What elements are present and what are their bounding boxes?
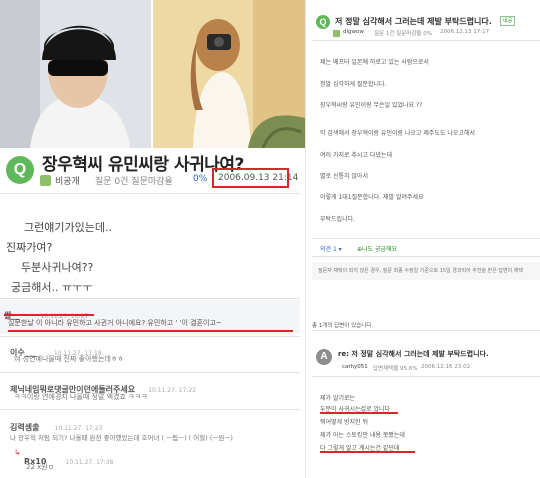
body-line-2: 진짜가여? bbox=[6, 241, 53, 254]
question-line-7: 이렇게 1대1질문합니다. 제발 알려주세요 bbox=[320, 194, 424, 201]
question-stats: 질문 0건 질문마감율 bbox=[95, 177, 173, 187]
comment-date: 10.11.27. 17:22 bbox=[148, 387, 197, 394]
underline-highlight bbox=[320, 451, 415, 453]
answer-line-3: 뭐어떻게 방지한 뒤 bbox=[320, 419, 368, 426]
body-line-4: 궁금해서.. ㅠㅜㅜ bbox=[11, 281, 93, 294]
comment-text: 질문한날 이 아니라 유민하고 사귄거 아니에요? 유민하고 ' '이 결혼이고… bbox=[8, 319, 222, 327]
question-line-6: 별로 신통치 않아서 bbox=[320, 173, 368, 180]
question-date: 2006.12.13 17:17 bbox=[440, 29, 490, 35]
answer-line-1: 제가 알기로는 bbox=[320, 395, 356, 402]
divider bbox=[0, 298, 300, 299]
question-line-1: 제는 베프터 일본에 하로고 있는 사람으로서 bbox=[320, 59, 429, 66]
comment-author[interactable]: 김력셈출 bbox=[10, 423, 39, 432]
comment-text: 혀 성연예나올때 진짜 좋아했는데ㅎㅎ bbox=[14, 355, 124, 363]
opinion-toggle[interactable]: 의견 1 ▾ bbox=[320, 244, 342, 253]
divider bbox=[0, 336, 300, 337]
profile-photo-man bbox=[0, 0, 151, 148]
question-line-5: 여러 가지로 추시고 다녔는데 bbox=[320, 152, 392, 159]
close-rate: 0% bbox=[193, 174, 208, 184]
question-line-4: 막 검색에서 장우혁이랑 유민이랑 나오고 제주도도 나오고해서 bbox=[320, 130, 475, 137]
question-line-8: 부탁드립니다. bbox=[320, 216, 356, 223]
curious-label: 나도 궁금해요 bbox=[362, 246, 398, 253]
comment-text: 나 장우혁 처럼 되기? 나올때 완전 좋아했었는데 호어녀 ( ㅡ됨ㅡ) ( … bbox=[10, 434, 233, 442]
underline-highlight bbox=[320, 412, 398, 414]
answer-line-4: 제가 아는 스토킹만 내용 못봤는데 bbox=[320, 432, 405, 439]
question-title: 저 정말 심각해서 그러는데 제발 부탁드렵니다. bbox=[335, 17, 492, 26]
underline-highlight bbox=[4, 314, 94, 316]
answer-title: re: 저 정말 심각해서 그러는데 제발 부탁드렵니다. bbox=[338, 350, 489, 358]
divider bbox=[312, 376, 540, 377]
reply-arrow-icon: ↳ bbox=[14, 448, 21, 457]
divider bbox=[0, 409, 300, 410]
question-badge-icon: Q bbox=[316, 15, 330, 29]
post-datetime: 2006.09.13 21:14 bbox=[218, 173, 299, 183]
divider bbox=[312, 40, 540, 41]
divider bbox=[312, 256, 540, 257]
body-line-3: 두분사귀나여?? bbox=[21, 261, 94, 274]
comment-text: 22 x원ㅁ bbox=[26, 463, 55, 471]
answer-count: 총 1개의 답변이 있습니다. bbox=[312, 323, 374, 329]
answer-badge-icon: A bbox=[316, 349, 332, 365]
underline-highlight bbox=[8, 330, 293, 332]
body-line-1: 그런얘기가있는데.. bbox=[24, 221, 112, 234]
divider bbox=[0, 372, 300, 373]
profile-photo-woman bbox=[153, 0, 305, 148]
question-line-2: 정말 심각하게 질문합니다. bbox=[320, 81, 387, 88]
question-line-3: 장우혁씨랑 유민이랑 무슨일 있었나요 ?? bbox=[320, 102, 423, 109]
reward-tag: 내공 bbox=[500, 16, 516, 26]
question-user[interactable]: digwow bbox=[343, 29, 364, 35]
divider bbox=[312, 330, 540, 331]
divider bbox=[312, 238, 540, 239]
answer-user[interactable]: cathy051 bbox=[342, 364, 368, 370]
comment-date: 10.11.27. 17:38 bbox=[65, 459, 114, 466]
question-meta: 질문 1건 질문마감율 0% bbox=[374, 31, 432, 37]
privacy-label: 비공개 bbox=[55, 177, 80, 187]
question-badge-icon: Q bbox=[6, 156, 34, 184]
user-icon bbox=[333, 30, 340, 37]
answer-meta: 답변채택율 95.6% bbox=[373, 366, 418, 372]
column-divider bbox=[305, 0, 306, 478]
comment-text: ㅋㅋ이랑 연애경지 나올때 정말 액겼죠 ㅋㅋㅋ bbox=[14, 393, 148, 401]
curious-button[interactable]: ⊕나도 궁금해요 bbox=[357, 244, 397, 253]
answer-date: 2006.12.16 23:02 bbox=[421, 364, 471, 370]
divider bbox=[0, 193, 300, 194]
notice-text: 질문자 채택이 되지 않은 경우, 질문 최종 수정일 기준으로 15일 경과되… bbox=[318, 268, 524, 274]
comment-date: 10.11.27. 17:23 bbox=[54, 425, 103, 432]
lock-icon bbox=[40, 175, 51, 186]
